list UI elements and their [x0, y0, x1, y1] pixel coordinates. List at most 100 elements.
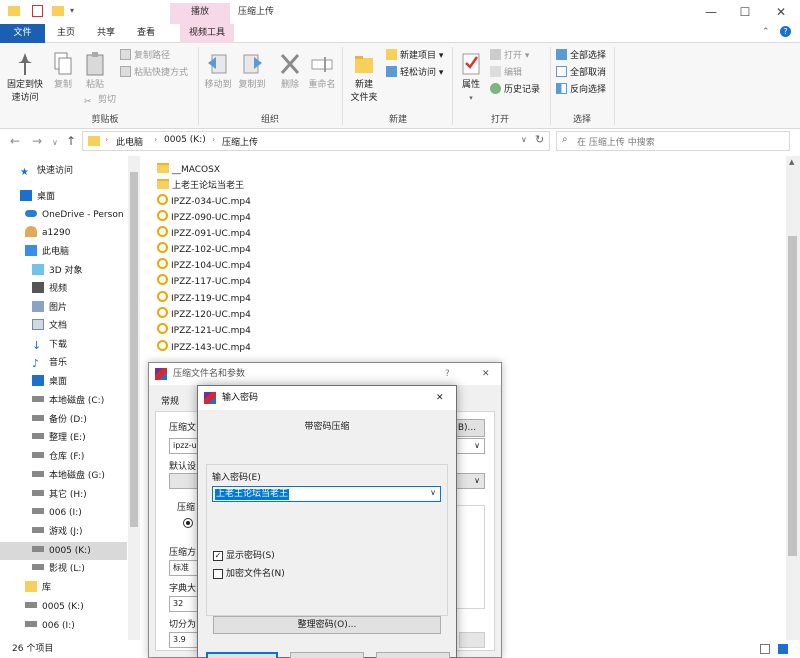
nav-item-libraries[interactable]: 库	[0, 579, 127, 597]
help-button[interactable]: ?	[445, 363, 450, 385]
show-password-checkbox[interactable]: ✓	[213, 551, 223, 561]
list-item[interactable]: IPZZ-102-UC.mp4	[157, 242, 251, 258]
copy-path-button[interactable]: 复制路径	[120, 48, 170, 64]
new-item-button[interactable]: 新建项目 ▾	[386, 48, 443, 64]
list-item[interactable]: __MACOSX	[157, 162, 220, 178]
help-dialog-button[interactable]	[376, 652, 450, 658]
list-item[interactable]: IPZZ-121-UC.mp4	[157, 323, 251, 339]
tab-general[interactable]: 常规	[161, 395, 179, 409]
split-volume-input[interactable]: 3.9	[169, 632, 199, 648]
password-dialog-close-button[interactable]: ✕	[436, 386, 444, 410]
up-arrow-icon[interactable]: ↑	[66, 134, 76, 148]
nav-item-drive-h[interactable]: 其它 (H:)	[0, 486, 127, 504]
nav-item-documents[interactable]: 文档	[0, 317, 127, 335]
context-tab-play[interactable]: 播放	[170, 3, 230, 24]
new-folder-button[interactable]: 新建 文件夹	[346, 51, 382, 105]
pin-quick-access-button[interactable]: 固定到快 速访问	[4, 51, 46, 105]
open-button[interactable]: 打开 ▾	[490, 48, 529, 64]
tab-file[interactable]: 文件	[0, 24, 45, 43]
address-dropdown-icon[interactable]: ∨	[521, 135, 527, 144]
large-icons-view-icon[interactable]	[778, 644, 788, 654]
help-icon[interactable]: ?	[780, 26, 791, 37]
chevron-down-icon[interactable]: ∨	[430, 488, 436, 497]
details-view-icon[interactable]	[760, 644, 770, 654]
recent-locations-chevron-icon[interactable]: ∨	[52, 136, 58, 150]
nav-item-drive-g[interactable]: 本地磁盘 (G:)	[0, 467, 127, 485]
nav-item-onedrive[interactable]: OneDrive - Person	[0, 206, 127, 224]
tab-view[interactable]: 查看	[128, 24, 164, 43]
nav-item-drive-e[interactable]: 整理 (E:)	[0, 429, 127, 447]
dictionary-size-select[interactable]: 32	[169, 596, 199, 612]
archive-dialog-close-button[interactable]: ✕	[482, 363, 490, 385]
easy-access-button[interactable]: 轻松访问 ▾	[386, 65, 443, 81]
list-item[interactable]: IPZZ-117-UC.mp4	[157, 274, 251, 290]
copy-to-button[interactable]: 复制到	[236, 51, 268, 92]
password-input[interactable]: 上老王论坛当老王 ∨	[212, 486, 441, 502]
history-button[interactable]: 历史记录	[490, 82, 540, 98]
nav-item-drive-d[interactable]: 备份 (D:)	[0, 411, 127, 429]
tab-video-tools[interactable]: 视频工具	[180, 24, 234, 43]
split-unit-select[interactable]	[459, 632, 485, 648]
cancel-button[interactable]	[290, 652, 364, 658]
list-item[interactable]: IPZZ-104-UC.mp4	[157, 258, 251, 274]
edit-button[interactable]: 编辑	[490, 65, 522, 81]
select-none-button[interactable]: 全部取消	[556, 65, 606, 81]
nav-item-drive-i-network[interactable]: 006 (I:)	[0, 617, 127, 635]
move-to-button[interactable]: 移动到	[202, 51, 234, 92]
nav-item-this-pc[interactable]: 此电脑	[0, 243, 127, 261]
new-folder-quick-icon[interactable]	[52, 6, 64, 16]
address-bar[interactable]: › 此电脑 › 0005 (K:) › 压缩上传 ∨ ↻	[82, 131, 550, 151]
ok-button[interactable]	[206, 652, 278, 658]
rename-button[interactable]: 重命名	[306, 51, 338, 92]
nav-item-user[interactable]: a1290	[0, 224, 127, 242]
encrypt-filenames-checkbox[interactable]	[213, 569, 223, 579]
back-arrow-icon[interactable]: ←	[10, 134, 20, 148]
invert-selection-button[interactable]: 反向选择	[556, 82, 606, 98]
scroll-up-icon[interactable]: ▲	[789, 158, 794, 166]
forward-arrow-icon[interactable]: →	[32, 134, 42, 148]
properties-button[interactable]: 属性 ▾	[456, 51, 486, 105]
nav-pane-scrollbar-thumb[interactable]	[130, 172, 138, 527]
delete-button[interactable]: 删除	[276, 51, 304, 92]
nav-item-drive-i[interactable]: 006 (I:)	[0, 504, 127, 522]
file-list-scrollbar[interactable]: ▲	[786, 156, 800, 640]
list-item[interactable]: IPZZ-143-UC.mp4	[157, 340, 251, 356]
breadcrumb-current-folder[interactable]: 压缩上传	[222, 135, 258, 148]
nav-item-downloads[interactable]: ↓ 下载	[0, 336, 127, 354]
nav-item-desktop[interactable]: 桌面	[0, 188, 127, 206]
compression-method-select[interactable]: 标准	[169, 560, 199, 576]
quick-access-dropdown-icon[interactable]: ▾	[70, 6, 74, 15]
properties-quick-icon[interactable]	[32, 5, 43, 17]
cut-button[interactable]: ✂ 剪切	[84, 92, 116, 108]
list-item[interactable]: IPZZ-120-UC.mp4	[157, 307, 251, 323]
nav-item-drive-k[interactable]: 0005 (K:)	[0, 542, 127, 560]
organize-passwords-button[interactable]: 整理密码(O)...	[213, 616, 441, 634]
list-item[interactable]: IPZZ-091-UC.mp4	[157, 226, 251, 242]
nav-item-pictures[interactable]: 图片	[0, 299, 127, 317]
nav-item-3d-objects[interactable]: 3D 对象	[0, 262, 127, 280]
search-box[interactable]: ⌕ 在 压缩上传 中搜索	[556, 131, 790, 151]
breadcrumb-this-pc[interactable]: 此电脑	[116, 135, 143, 148]
ribbon-collapse-icon[interactable]: ⌃	[762, 27, 770, 37]
list-item[interactable]: 上老王论坛当老王	[157, 178, 244, 194]
search-input[interactable]: 在 压缩上传 中搜索	[577, 135, 655, 148]
select-all-button[interactable]: 全部选择	[556, 48, 606, 64]
paste-shortcut-button[interactable]: 粘贴快捷方式	[120, 65, 188, 81]
format-radio[interactable]	[183, 518, 193, 528]
nav-item-videos[interactable]: 视频	[0, 280, 127, 298]
nav-item-drive-k-network[interactable]: 0005 (K:)	[0, 598, 127, 616]
nav-item-drive-j[interactable]: 游戏 (J:)	[0, 523, 127, 541]
nav-item-desktop-pc[interactable]: 桌面	[0, 373, 127, 391]
paste-button[interactable]: 粘贴	[80, 51, 110, 92]
list-item[interactable]: IPZZ-090-UC.mp4	[157, 210, 251, 226]
tab-share[interactable]: 共享	[88, 24, 124, 43]
nav-item-drive-l[interactable]: 影视 (L:)	[0, 560, 127, 578]
close-button[interactable]: ✕	[764, 0, 798, 24]
copy-button[interactable]: 复制	[48, 51, 78, 92]
file-list-scrollbar-thumb[interactable]	[788, 236, 797, 556]
tab-home[interactable]: 主页	[48, 24, 84, 43]
list-item[interactable]: IPZZ-119-UC.mp4	[157, 291, 251, 307]
nav-item-drive-c[interactable]: 本地磁盘 (C:)	[0, 392, 127, 410]
maximize-button[interactable]: ☐	[728, 0, 762, 24]
nav-item-drive-f[interactable]: 仓库 (F:)	[0, 448, 127, 466]
